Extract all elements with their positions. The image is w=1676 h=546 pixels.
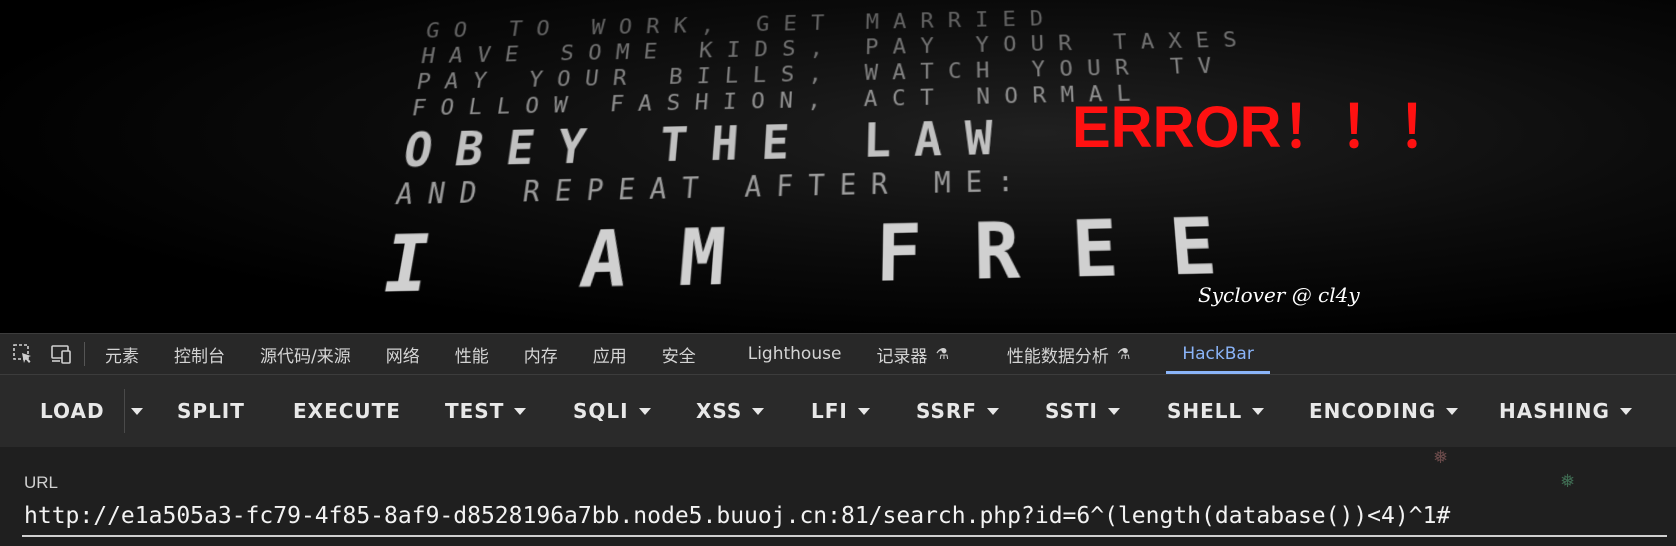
- inspect-element-icon[interactable]: [10, 341, 36, 367]
- chevron-down-icon: [752, 407, 765, 415]
- tab-application[interactable]: 应用: [593, 334, 627, 374]
- tab-hackbar[interactable]: HackBar: [1166, 334, 1271, 374]
- chevron-down-icon: [1252, 407, 1265, 415]
- tab-elements[interactable]: 元素: [105, 334, 139, 374]
- button-divider: [124, 389, 125, 433]
- button-label: LFI: [811, 399, 848, 423]
- button-label: XSS: [696, 399, 743, 423]
- hashing-menu-button[interactable]: HASHING: [1499, 375, 1632, 447]
- button-label: SHELL: [1167, 399, 1243, 423]
- page-hero: Go to work, get married have some kids, …: [0, 0, 1676, 333]
- tab-console[interactable]: 控制台: [174, 334, 225, 374]
- url-input[interactable]: [22, 501, 1667, 537]
- tab-label: HackBar: [1182, 344, 1254, 364]
- ssrf-menu-button[interactable]: SSRF: [916, 375, 999, 447]
- button-label: SSRF: [916, 399, 977, 423]
- button-label: HASHING: [1499, 399, 1610, 423]
- button-label: ENCODING: [1309, 399, 1437, 423]
- chevron-down-icon: [1619, 407, 1632, 415]
- decorative-snowflake-icon: ❅: [1433, 447, 1449, 468]
- tab-label: 元素: [105, 346, 139, 367]
- chevron-down-icon: [131, 407, 143, 415]
- button-label: TEST: [445, 399, 505, 423]
- button-label: EXECUTE: [293, 399, 401, 423]
- tab-lighthouse[interactable]: Lighthouse: [748, 334, 842, 374]
- chevron-down-icon: [986, 407, 999, 415]
- lfi-menu-button[interactable]: LFI: [811, 375, 870, 447]
- chevron-down-icon: [638, 407, 651, 415]
- xss-menu-button[interactable]: XSS: [696, 375, 765, 447]
- execute-button[interactable]: EXECUTE: [293, 375, 401, 447]
- ssti-menu-button[interactable]: SSTI: [1045, 375, 1120, 447]
- tab-memory[interactable]: 内存: [524, 334, 558, 374]
- flask-icon: ⚗: [1116, 345, 1131, 363]
- tab-network[interactable]: 网络: [386, 334, 420, 374]
- tab-label: 性能数据分析: [1006, 346, 1109, 367]
- tab-label: 网络: [385, 346, 420, 367]
- chevron-down-icon: [1446, 407, 1459, 415]
- load-dropdown-button[interactable]: [131, 375, 143, 447]
- signature-text: Syclover @ cl4y: [1198, 283, 1360, 307]
- button-label: SQLI: [573, 399, 629, 423]
- shell-menu-button[interactable]: SHELL: [1167, 375, 1265, 447]
- flask-icon: ⚗: [935, 345, 949, 363]
- tab-sources[interactable]: 源代码/来源: [260, 334, 351, 374]
- sqli-menu-button[interactable]: SQLI: [573, 375, 651, 447]
- tab-label: 性能: [454, 346, 489, 367]
- error-message: ERROR！！！: [1072, 95, 1456, 160]
- url-label: URL: [24, 473, 59, 492]
- tab-label: 控制台: [174, 346, 225, 367]
- tab-performance-insights[interactable]: 性能数据分析 ⚗: [1007, 334, 1130, 374]
- tab-label: 应用: [592, 346, 627, 367]
- decorative-snowflake-icon: ❅: [1560, 471, 1576, 492]
- test-menu-button[interactable]: TEST: [445, 375, 527, 447]
- toolbar-divider: [84, 342, 85, 366]
- button-label: SPLIT: [177, 399, 245, 423]
- tab-label: 记录器: [876, 346, 928, 367]
- device-toolbar-icon[interactable]: [48, 341, 74, 367]
- button-label: LOAD: [40, 399, 105, 423]
- encoding-menu-button[interactable]: ENCODING: [1309, 375, 1459, 447]
- split-button[interactable]: SPLIT: [177, 375, 245, 447]
- button-label: SSTI: [1045, 399, 1098, 423]
- tab-performance[interactable]: 性能: [455, 334, 489, 374]
- tab-label: 安全: [661, 346, 696, 367]
- hackbar-toolbar: LOAD SPLIT EXECUTE TEST SQLI XSS LFI SSR…: [0, 375, 1676, 447]
- tab-security[interactable]: 安全: [662, 334, 696, 374]
- tab-label: Lighthouse: [747, 344, 842, 364]
- chevron-down-icon: [1108, 407, 1120, 415]
- url-panel: URL ❅ ❅: [0, 447, 1676, 546]
- chevron-down-icon: [857, 407, 870, 415]
- devtools-tab-bar: 元素 控制台 源代码/来源 网络 性能 内存 应用 安全 Lighthouse …: [0, 333, 1676, 375]
- load-button[interactable]: LOAD: [40, 375, 105, 447]
- tab-label: 源代码/来源: [260, 346, 351, 367]
- poster-line: I am free: [375, 199, 1273, 312]
- tab-label: 内存: [523, 346, 558, 367]
- chevron-down-icon: [514, 407, 527, 415]
- tab-recorder[interactable]: 记录器 ⚗: [876, 334, 948, 374]
